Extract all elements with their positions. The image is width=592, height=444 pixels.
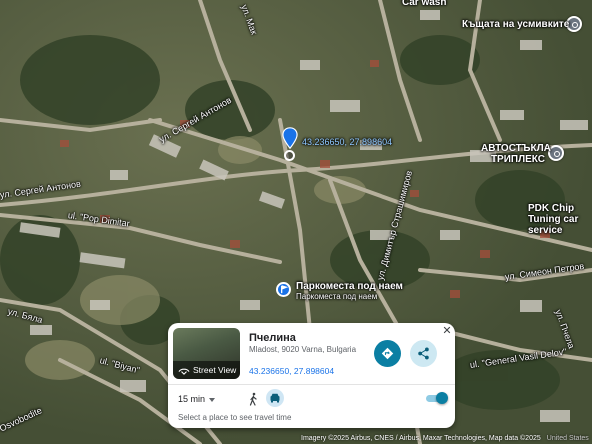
travel-time-hint: Select a place to see travel time — [178, 413, 292, 422]
driving-mode-button[interactable] — [266, 389, 284, 407]
poi-label-car-wash[interactable]: Car wash — [402, 0, 446, 8]
flag-icon — [281, 285, 289, 294]
pin-coordinates-label[interactable]: 43.236650, 27.898604 — [302, 137, 392, 147]
location-pin-icon[interactable] — [282, 127, 298, 149]
location-circle-icon — [284, 150, 295, 161]
street-view-thumbnail[interactable]: Street View — [173, 328, 240, 379]
street-view-label: Street View — [193, 365, 237, 375]
poi-label-kashtata[interactable]: Къщата на усмивките — [462, 19, 569, 30]
poi-label-pdk[interactable]: PDK Chip Tuning car service — [528, 203, 592, 236]
place-address: Mladost, 9020 Varna, Bulgaria — [249, 345, 357, 354]
poi-label-parking[interactable]: Паркоместа под наем — [296, 281, 403, 292]
card-divider — [168, 384, 455, 385]
parking-marker[interactable] — [276, 282, 291, 297]
share-button[interactable] — [410, 340, 437, 367]
chevron-down-icon[interactable] — [209, 398, 215, 402]
travel-time-select[interactable]: 15 min — [178, 394, 205, 404]
close-button[interactable]: ✕ — [441, 325, 453, 337]
directions-icon — [381, 347, 394, 360]
car-icon — [270, 393, 280, 403]
attribution-text: Imagery ©2025 Airbus, CNES / Airbus, Max… — [301, 435, 541, 442]
directions-button[interactable] — [374, 340, 401, 367]
place-title: Пчелина — [249, 332, 296, 344]
attribution-region[interactable]: United States — [547, 435, 589, 442]
street-view-icon — [178, 368, 190, 375]
place-coordinates[interactable]: 43.236650, 27.898604 — [249, 366, 334, 376]
share-icon — [418, 347, 429, 360]
travel-toggle[interactable] — [426, 392, 448, 404]
map-attribution: Imagery ©2025 Airbus, CNES / Airbus, Max… — [298, 433, 592, 444]
poi-label-avtostakla[interactable]: АВТОСТЪКЛА ТРИПЛЕКС — [481, 143, 551, 165]
place-info-card[interactable]: Street View Пчелина Mladost, 9020 Varna,… — [168, 323, 455, 428]
poi-sublabel-parking: Паркоместа под наем — [296, 292, 378, 301]
walking-icon[interactable] — [247, 392, 260, 406]
